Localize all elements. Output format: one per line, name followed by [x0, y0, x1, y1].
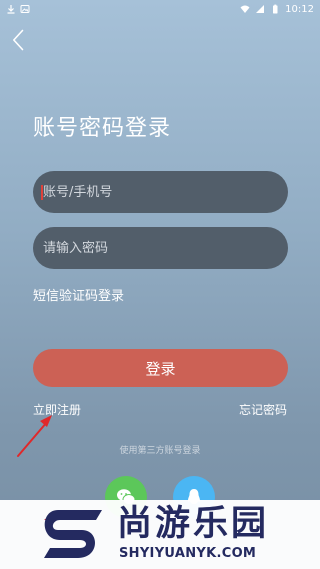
- forgot-password-link[interactable]: 忘记密码: [239, 401, 287, 418]
- download-icon: [6, 4, 16, 14]
- status-bar: 10:12: [0, 0, 320, 18]
- status-right-icons: 10:12: [240, 4, 314, 15]
- third-party-login-label: 使用第三方账号登录: [119, 446, 201, 456]
- chevron-left-icon: [13, 29, 24, 51]
- password-input[interactable]: [33, 227, 288, 269]
- image-icon: [20, 4, 30, 14]
- text-cursor: [41, 185, 43, 200]
- wifi-icon: [240, 4, 250, 14]
- watermark-title: 尚游乐园: [117, 504, 270, 544]
- battery-icon: [270, 4, 280, 14]
- sms-login-link[interactable]: 短信验证码登录: [33, 285, 124, 304]
- watermark-banner: 尚游乐园 SHYIYUANYK.COM: [0, 500, 320, 569]
- status-time: 10:12: [285, 3, 314, 15]
- account-input[interactable]: [33, 171, 288, 213]
- watermark-subtitle: SHYIYUANYK.COM: [119, 546, 257, 561]
- login-button[interactable]: 登录: [33, 349, 288, 387]
- status-left-icons: [6, 4, 30, 14]
- back-button[interactable]: [8, 27, 28, 53]
- watermark-logo: [44, 510, 102, 558]
- signal-icon: [255, 4, 265, 14]
- page-title: 账号密码登录: [33, 116, 172, 141]
